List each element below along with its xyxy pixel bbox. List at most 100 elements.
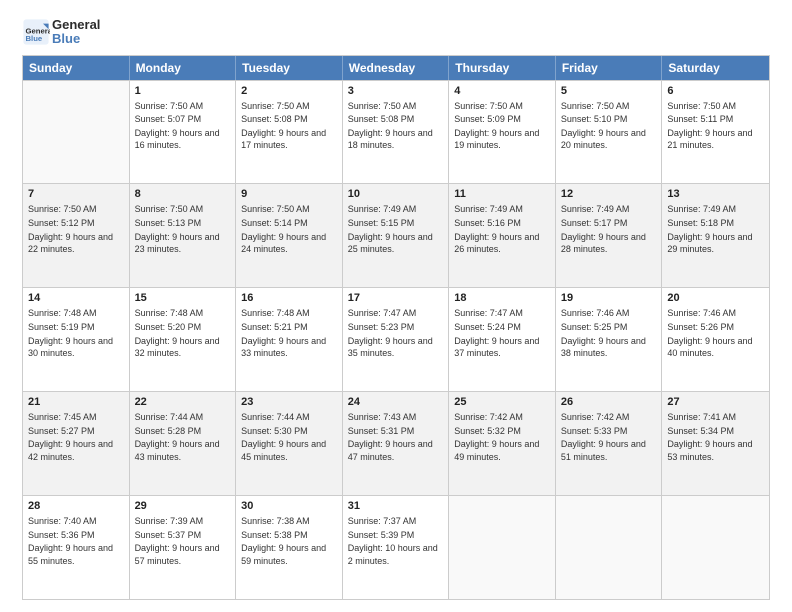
sunrise-line: Sunrise: 7:44 AM bbox=[135, 411, 231, 424]
sunset-line: Sunset: 5:21 PM bbox=[241, 321, 337, 334]
sunrise-line: Sunrise: 7:50 AM bbox=[561, 100, 657, 113]
sunrise-line: Sunrise: 7:50 AM bbox=[241, 203, 337, 216]
sunrise-line: Sunrise: 7:46 AM bbox=[561, 307, 657, 320]
day-cell-8: 8 Sunrise: 7:50 AMSunset: 5:13 PMDaylight… bbox=[130, 184, 237, 287]
day-cell-19: 19Sunrise: 7:46 AMSunset: 5:25 PMDayligh… bbox=[556, 288, 663, 391]
sunset-line: Sunset: 5:14 PM bbox=[241, 217, 337, 230]
daylight-line: Daylight: 9 hours and 23 minutes. bbox=[135, 231, 231, 256]
day-number: 6 bbox=[667, 85, 764, 97]
sunset-line: Sunset: 5:37 PM bbox=[135, 529, 231, 542]
day-cell-15: 15Sunrise: 7:48 AMSunset: 5:20 PMDayligh… bbox=[130, 288, 237, 391]
calendar-body: 1Sunrise: 7:50 AMSunset: 5:07 PMDaylight… bbox=[23, 80, 769, 599]
sunrise-line: Sunrise: 7:41 AM bbox=[667, 411, 764, 424]
empty-cell bbox=[449, 496, 556, 599]
sunset-line: Sunset: 5:08 PM bbox=[241, 113, 337, 126]
daylight-line: Daylight: 9 hours and 47 minutes. bbox=[348, 438, 444, 463]
daylight-line: Daylight: 10 hours and 2 minutes. bbox=[348, 542, 444, 567]
sunset-line: Sunset: 5:12 PM bbox=[28, 217, 124, 230]
daylight-line: Daylight: 9 hours and 51 minutes. bbox=[561, 438, 657, 463]
day-cell-16: 16Sunrise: 7:48 AMSunset: 5:21 PMDayligh… bbox=[236, 288, 343, 391]
day-cell-10: 10Sunrise: 7:49 AMSunset: 5:15 PMDayligh… bbox=[343, 184, 450, 287]
day-number: 27 bbox=[667, 396, 764, 408]
day-number: 3 bbox=[348, 85, 444, 97]
day-number: 8 bbox=[135, 188, 231, 200]
daylight-line: Daylight: 9 hours and 59 minutes. bbox=[241, 542, 337, 567]
calendar-row-2: 14Sunrise: 7:48 AMSunset: 5:19 PMDayligh… bbox=[23, 287, 769, 391]
sunset-line: Sunset: 5:30 PM bbox=[241, 425, 337, 438]
header-row: General Blue General Blue bbox=[22, 18, 770, 47]
calendar-row-4: 28Sunrise: 7:40 AMSunset: 5:36 PMDayligh… bbox=[23, 495, 769, 599]
weekday-header-sunday: Sunday bbox=[23, 56, 130, 80]
day-number: 21 bbox=[28, 396, 124, 408]
sunrise-line: Sunrise: 7:37 AM bbox=[348, 515, 444, 528]
sunset-line: Sunset: 5:20 PM bbox=[135, 321, 231, 334]
daylight-line: Daylight: 9 hours and 28 minutes. bbox=[561, 231, 657, 256]
sunrise-line: Sunrise: 7:50 AM bbox=[667, 100, 764, 113]
day-cell-4: 4Sunrise: 7:50 AMSunset: 5:09 PMDaylight… bbox=[449, 81, 556, 184]
sunrise-line: Sunrise: 7:49 AM bbox=[561, 203, 657, 216]
empty-cell bbox=[662, 496, 769, 599]
daylight-line: Daylight: 9 hours and 38 minutes. bbox=[561, 335, 657, 360]
daylight-line: Daylight: 9 hours and 32 minutes. bbox=[135, 335, 231, 360]
day-cell-29: 29Sunrise: 7:39 AMSunset: 5:37 PMDayligh… bbox=[130, 496, 237, 599]
sunset-line: Sunset: 5:09 PM bbox=[454, 113, 550, 126]
day-number: 26 bbox=[561, 396, 657, 408]
svg-text:Blue: Blue bbox=[26, 34, 43, 43]
empty-cell bbox=[556, 496, 663, 599]
sunset-line: Sunset: 5:32 PM bbox=[454, 425, 550, 438]
day-number: 18 bbox=[454, 292, 550, 304]
day-cell-24: 24Sunrise: 7:43 AMSunset: 5:31 PMDayligh… bbox=[343, 392, 450, 495]
daylight-line: Daylight: 9 hours and 57 minutes. bbox=[135, 542, 231, 567]
daylight-line: Daylight: 9 hours and 37 minutes. bbox=[454, 335, 550, 360]
weekday-header-thursday: Thursday bbox=[449, 56, 556, 80]
empty-cell bbox=[23, 81, 130, 184]
sunset-line: Sunset: 5:39 PM bbox=[348, 529, 444, 542]
daylight-line: Daylight: 9 hours and 35 minutes. bbox=[348, 335, 444, 360]
daylight-line: Daylight: 9 hours and 20 minutes. bbox=[561, 127, 657, 152]
daylight-line: Daylight: 9 hours and 18 minutes. bbox=[348, 127, 444, 152]
logo-blue: Blue bbox=[52, 32, 100, 46]
daylight-line: Daylight: 9 hours and 33 minutes. bbox=[241, 335, 337, 360]
sunrise-line: Sunrise: 7:48 AM bbox=[28, 307, 124, 320]
sunrise-line: Sunrise: 7:42 AM bbox=[561, 411, 657, 424]
day-number: 17 bbox=[348, 292, 444, 304]
day-number: 2 bbox=[241, 85, 337, 97]
day-cell-12: 12Sunrise: 7:49 AMSunset: 5:17 PMDayligh… bbox=[556, 184, 663, 287]
day-cell-27: 27Sunrise: 7:41 AMSunset: 5:34 PMDayligh… bbox=[662, 392, 769, 495]
sunset-line: Sunset: 5:15 PM bbox=[348, 217, 444, 230]
daylight-line: Daylight: 9 hours and 17 minutes. bbox=[241, 127, 337, 152]
day-cell-21: 21Sunrise: 7:45 AMSunset: 5:27 PMDayligh… bbox=[23, 392, 130, 495]
daylight-line: Daylight: 9 hours and 43 minutes. bbox=[135, 438, 231, 463]
day-number: 14 bbox=[28, 292, 124, 304]
day-cell-25: 25Sunrise: 7:42 AMSunset: 5:32 PMDayligh… bbox=[449, 392, 556, 495]
day-cell-31: 31Sunrise: 7:37 AMSunset: 5:39 PMDayligh… bbox=[343, 496, 450, 599]
sunset-line: Sunset: 5:16 PM bbox=[454, 217, 550, 230]
day-number: 7 bbox=[28, 188, 124, 200]
calendar: SundayMondayTuesdayWednesdayThursdayFrid… bbox=[22, 55, 770, 600]
weekday-header-tuesday: Tuesday bbox=[236, 56, 343, 80]
sunset-line: Sunset: 5:33 PM bbox=[561, 425, 657, 438]
sunrise-line: Sunrise: 7:42 AM bbox=[454, 411, 550, 424]
sunrise-line: Sunrise: 7:46 AM bbox=[667, 307, 764, 320]
calendar-header: SundayMondayTuesdayWednesdayThursdayFrid… bbox=[23, 56, 769, 80]
day-cell-6: 6Sunrise: 7:50 AMSunset: 5:11 PMDaylight… bbox=[662, 81, 769, 184]
day-cell-2: 2Sunrise: 7:50 AMSunset: 5:08 PMDaylight… bbox=[236, 81, 343, 184]
day-cell-3: 3Sunrise: 7:50 AMSunset: 5:08 PMDaylight… bbox=[343, 81, 450, 184]
daylight-line: Daylight: 9 hours and 19 minutes. bbox=[454, 127, 550, 152]
day-number: 13 bbox=[667, 188, 764, 200]
sunset-line: Sunset: 5:13 PM bbox=[135, 217, 231, 230]
day-cell-9: 9Sunrise: 7:50 AMSunset: 5:14 PMDaylight… bbox=[236, 184, 343, 287]
day-cell-30: 30Sunrise: 7:38 AMSunset: 5:38 PMDayligh… bbox=[236, 496, 343, 599]
sunset-line: Sunset: 5:38 PM bbox=[241, 529, 337, 542]
sunrise-line: Sunrise: 7:39 AM bbox=[135, 515, 231, 528]
day-cell-13: 13Sunrise: 7:49 AMSunset: 5:18 PMDayligh… bbox=[662, 184, 769, 287]
sunrise-line: Sunrise: 7:38 AM bbox=[241, 515, 337, 528]
calendar-row-0: 1Sunrise: 7:50 AMSunset: 5:07 PMDaylight… bbox=[23, 80, 769, 184]
sunset-line: Sunset: 5:07 PM bbox=[135, 113, 231, 126]
day-number: 5 bbox=[561, 85, 657, 97]
day-number: 19 bbox=[561, 292, 657, 304]
sunset-line: Sunset: 5:26 PM bbox=[667, 321, 764, 334]
day-number: 4 bbox=[454, 85, 550, 97]
sunrise-line: Sunrise: 7:50 AM bbox=[135, 203, 231, 216]
sunset-line: Sunset: 5:31 PM bbox=[348, 425, 444, 438]
